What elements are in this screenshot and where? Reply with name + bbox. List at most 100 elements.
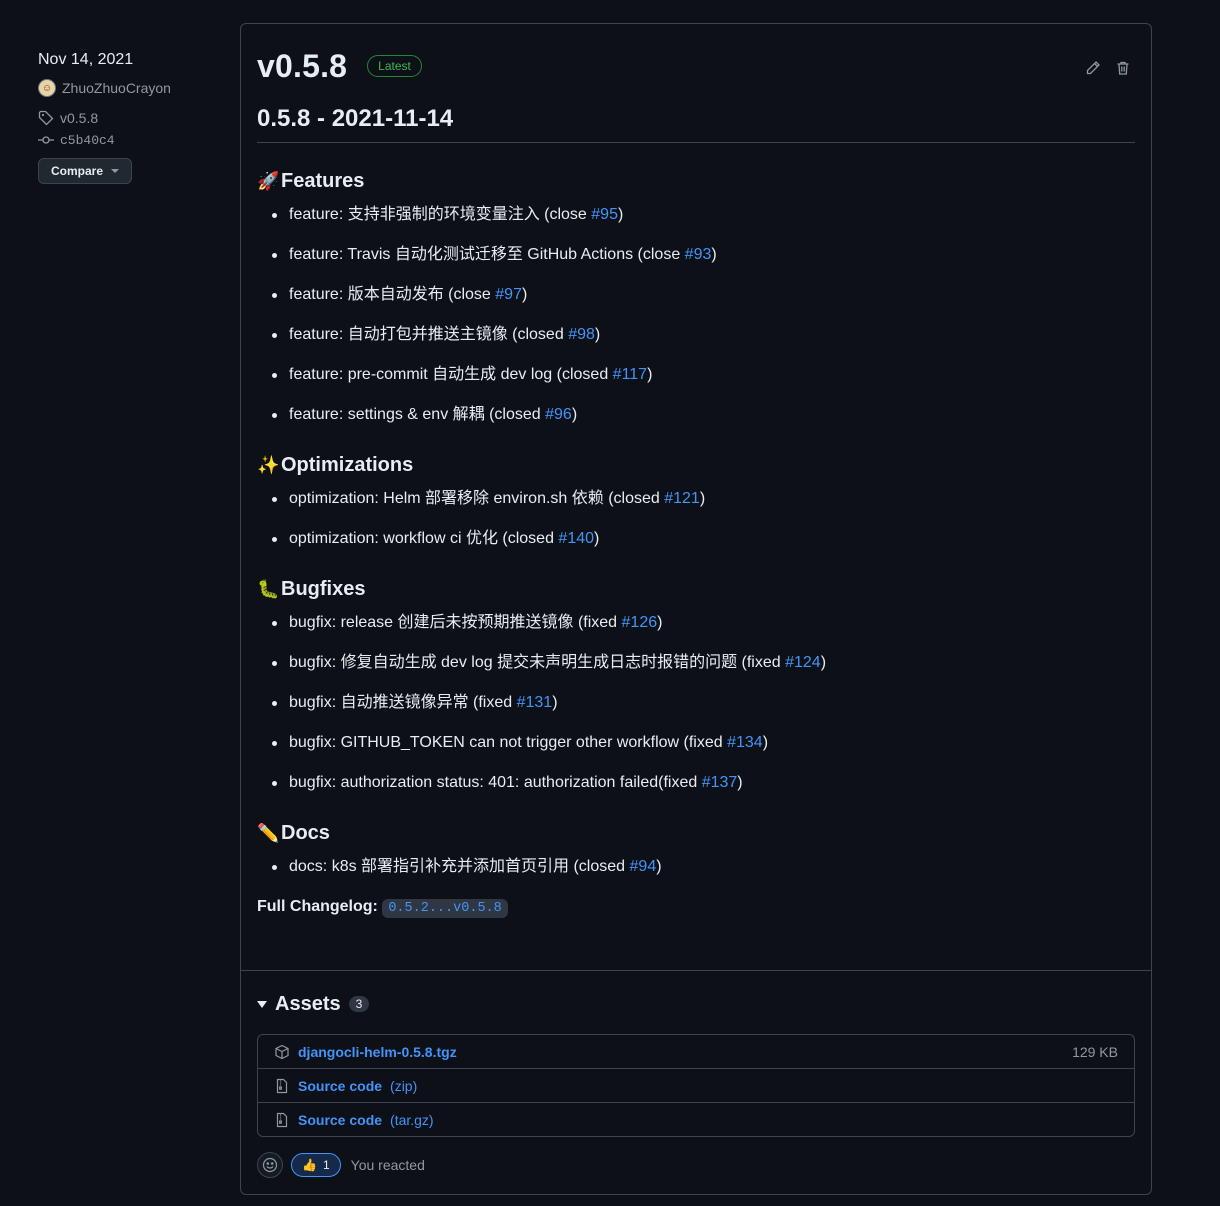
release-title[interactable]: v0.5.8 [257,48,347,85]
item-text: bugfix: 自动推送镜像异常 (fixed [289,694,517,711]
release-heading: 0.5.8 - 2021-11-14 [257,104,1135,143]
item-text-end: ) [521,286,528,303]
trash-icon[interactable] [1115,60,1131,76]
section-emoji-icon: 🚀 [257,171,280,191]
assets-toggle[interactable]: Assets 3 [257,990,1135,1018]
list-item: feature: 自动打包并推送主镜像 (closed #98) [272,323,1135,347]
item-text-end: ) [656,858,662,875]
section-heading-docs: ✏️ Docs [257,819,1135,847]
issue-link[interactable]: #94 [630,858,657,875]
issue-link[interactable]: #93 [685,246,712,263]
asset-size: 129 KB [1072,1043,1118,1060]
list-item: feature: Travis 自动化测试迁移至 GitHub Actions … [272,243,1135,267]
item-text-end: ) [762,734,769,751]
assets-list: djangocli-helm-0.5.8.tgz 129 KB Source cod… [257,1034,1135,1137]
issue-link[interactable]: #124 [785,654,821,671]
list-item: feature: 版本自动发布 (close #97) [272,283,1135,307]
package-icon [275,1044,289,1059]
item-text-end: ) [647,366,653,383]
tag-name[interactable]: v0.5.8 [60,110,98,126]
item-text: feature: settings & env 解耦 (closed [289,406,546,423]
list-item: bugfix: authorization status: 401: autho… [272,771,1135,795]
author-name[interactable]: ZhuoZhuoCrayon [62,80,171,96]
item-text-end: ) [617,206,624,223]
section-title: Docs [281,822,330,844]
section-list: optimization: Helm 部署移除 environ.sh 依赖 (c… [257,487,1135,551]
reactions-bar: 👍 1 You reacted [257,1152,425,1178]
item-text: feature: 支持非强制的环境变量注入 (close [289,206,592,223]
list-item: feature: 支持非强制的环境变量注入 (close #95) [272,203,1135,227]
asset-link[interactable]: Source code [298,1112,382,1128]
author-row[interactable]: ☺ ZhuoZhuoCrayon [38,78,228,98]
issue-link[interactable]: #131 [517,694,553,711]
asset-link[interactable]: djangocli-helm-0.5.8.tgz [298,1044,457,1060]
assets-title: Assets [275,992,341,1015]
issue-link[interactable]: #98 [568,326,595,343]
item-text: feature: 自动打包并推送主镜像 (closed [289,326,569,343]
list-item: optimization: workflow ci 优化 (closed #14… [272,527,1135,551]
section-title: Optimizations [281,454,414,476]
asset-format[interactable]: (tar.gz) [390,1112,434,1128]
pencil-icon[interactable] [1085,60,1101,76]
commit-sha[interactable]: c5b40c4 [60,133,115,148]
item-text-end: ) [657,614,663,631]
avatar[interactable]: ☺ [38,79,56,97]
assets-section: Assets 3 djangocli-helm-0.5.8.tgz 129 KB S… [257,990,1135,1137]
tag-row[interactable]: v0.5.8 [38,108,228,128]
item-text-end: ) [552,694,558,711]
issue-link[interactable]: #137 [702,774,738,791]
release-sidebar: Nov 14, 2021 ☺ ZhuoZhuoCrayon v0.5.8 c5b… [38,48,228,184]
item-text-end: ) [820,654,827,671]
asset-link[interactable]: Source code [298,1078,382,1094]
list-item: feature: pre-commit 自动生成 dev log (closed… [272,363,1135,387]
file-zip-icon [276,1112,288,1127]
release-actions [1085,60,1131,76]
issue-link[interactable]: #95 [591,206,618,223]
section-list: feature: 支持非强制的环境变量注入 (close #95) feature… [257,203,1135,427]
reaction-status: You reacted [350,1157,425,1173]
item-text: docs: k8s 部署指引补充并添加首页引用 (closed [289,858,630,875]
issue-link[interactable]: #97 [495,286,522,303]
section-list: bugfix: release 创建后未按预期推送镜像 (fixed #126)… [257,611,1135,795]
compare-button[interactable]: Compare [38,158,133,184]
item-text: feature: Travis 自动化测试迁移至 GitHub Actions … [289,246,685,263]
list-item: bugfix: 修复自动生成 dev log 提交未声明生成日志时报错的问题 (… [272,651,1135,675]
file-zip-icon [276,1078,288,1093]
section-emoji-icon: ✨ [257,455,280,475]
asset-format[interactable]: (zip) [390,1078,417,1094]
section-title: Features [281,170,365,192]
section-emoji-icon: 🐛 [257,579,280,599]
list-item: bugfix: release 创建后未按预期推送镜像 (fixed #126) [272,611,1135,635]
item-text: feature: 版本自动发布 (close [289,286,496,303]
item-text: feature: pre-commit 自动生成 dev log (closed [289,366,613,383]
item-text-end: ) [737,774,743,791]
item-text-end: ) [699,490,706,507]
issue-link[interactable]: #140 [558,530,594,547]
issue-link[interactable]: #117 [613,366,647,383]
item-text: bugfix: 修复自动生成 dev log 提交未声明生成日志时报错的问题 (… [289,654,786,671]
add-reaction-button[interactable] [257,1152,283,1178]
compare-label: Compare [51,164,104,178]
issue-link[interactable]: #121 [664,490,700,507]
release-card: v0.5.8 Latest 0.5.8 - 2021-11-14 🚀 Featur… [240,23,1152,1195]
divider [241,970,1151,971]
issue-link[interactable]: #134 [727,734,763,751]
triangle-down-icon [257,1000,267,1008]
changelog-link[interactable]: 0.5.2...v0.5.8 [382,899,508,918]
latest-badge: Latest [367,55,422,77]
smiley-icon [262,1157,278,1173]
commit-row[interactable]: c5b40c4 [38,130,228,150]
section-heading-features: 🚀 Features [257,167,1135,195]
item-text-end: ) [711,246,717,263]
list-item: feature: settings & env 解耦 (closed #96) [272,403,1135,427]
item-text: optimization: workflow ci 优化 (closed [289,530,559,547]
issue-link[interactable]: #96 [545,406,572,423]
asset-row: Source code (zip) [258,1068,1134,1102]
issue-link[interactable]: #126 [622,614,658,631]
item-text: bugfix: release 创建后未按预期推送镜像 (fixed [289,614,622,631]
thumbs-up-reaction[interactable]: 👍 1 [291,1153,341,1177]
section-heading-optimizations: ✨ Optimizations [257,451,1135,479]
list-item: docs: k8s 部署指引补充并添加首页引用 (closed #94) [272,855,1135,879]
asset-row: Source code (tar.gz) [258,1102,1134,1136]
section-list: docs: k8s 部署指引补充并添加首页引用 (closed #94) [257,855,1135,879]
